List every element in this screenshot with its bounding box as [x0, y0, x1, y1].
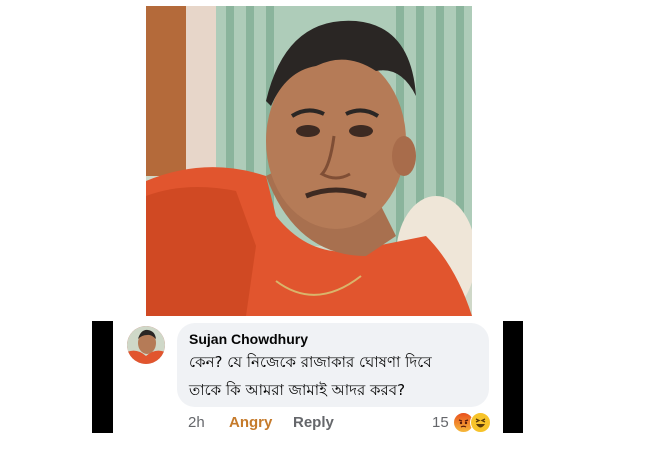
comment-timestamp[interactable]: 2h — [188, 414, 205, 431]
angry-reaction-button[interactable]: Angry — [229, 414, 272, 431]
reply-button[interactable]: Reply — [293, 414, 334, 431]
comment-text-line1: কেন? যে নিজেকে রাজাকার ঘোষণা দিবে — [189, 353, 432, 371]
comment-text-line2: তাকে কি আমরা জামাই আদর করব? — [189, 381, 406, 399]
reaction-count[interactable]: 15 — [432, 414, 449, 431]
left-border-bar — [92, 321, 113, 433]
comment-author[interactable]: Sujan Chowdhury — [189, 331, 308, 347]
right-border-bar — [503, 321, 523, 433]
avatar[interactable] — [127, 326, 165, 364]
haha-icon — [470, 412, 491, 433]
post-photo[interactable] — [146, 6, 472, 316]
